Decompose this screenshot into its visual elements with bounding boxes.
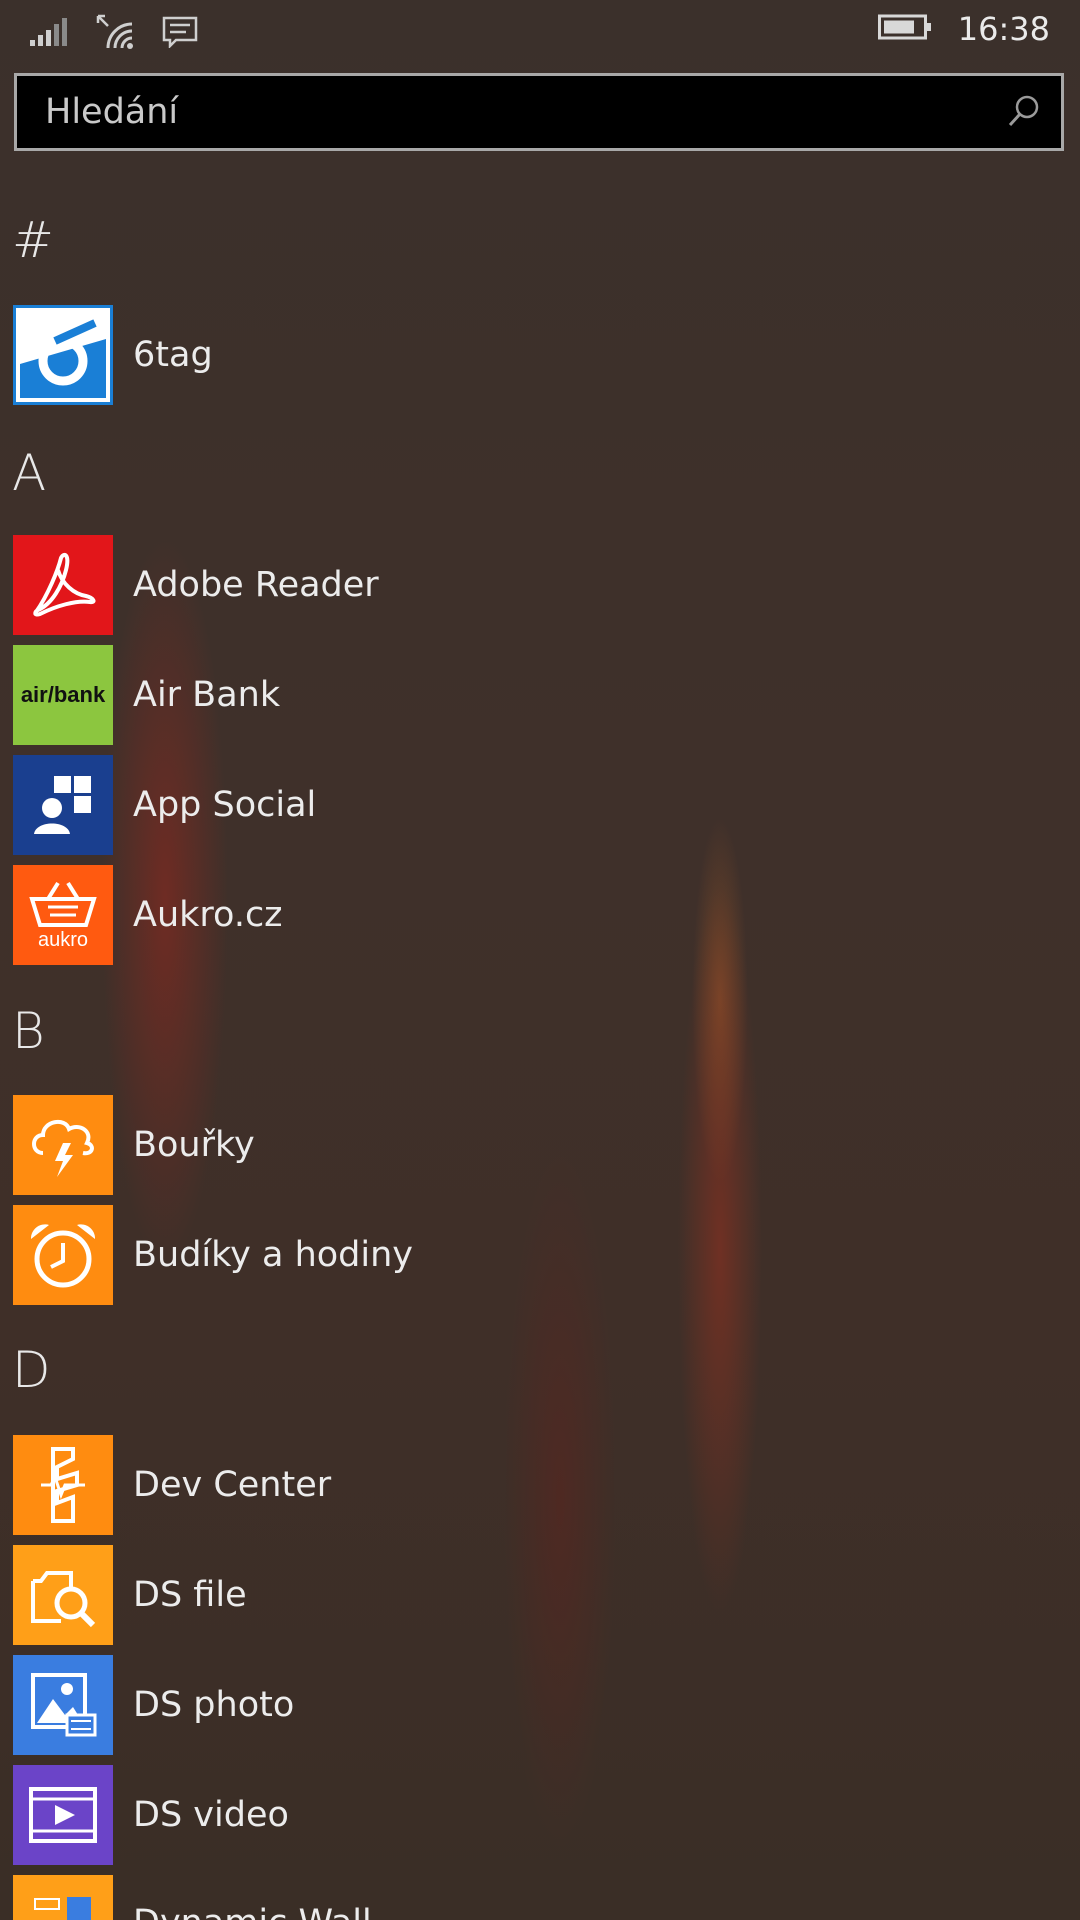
app-tile-app-social <box>13 755 113 855</box>
search-icon[interactable] <box>1007 94 1041 132</box>
photo-gallery-icon <box>31 1673 97 1737</box>
app-tile-ds-file <box>13 1545 113 1645</box>
message-notification-icon <box>162 16 198 52</box>
app-tile-dynamic-wall <box>13 1875 113 1920</box>
file-search-icon <box>31 1571 96 1628</box>
app-item-budiky[interactable]: Budíky a hodiny <box>13 1205 1063 1305</box>
app-tile-adobe-reader <box>13 535 113 635</box>
app-item-ds-photo[interactable]: DS photo <box>13 1655 1063 1755</box>
app-item-dev-center[interactable]: Dev Center <box>13 1435 1063 1535</box>
dev-center-icon <box>41 1447 85 1523</box>
app-item-bourky[interactable]: Bouřky <box>13 1095 1063 1195</box>
alarm-clock-icon <box>30 1224 96 1288</box>
app-tile-aukro: aukro <box>13 865 113 965</box>
section-header-hash[interactable]: # <box>12 215 54 265</box>
app-tile-6tag <box>13 305 113 405</box>
app-name: Bouřky <box>133 1125 255 1165</box>
status-bar: 16:38 <box>0 0 1080 60</box>
video-film-icon <box>29 1787 97 1843</box>
storm-cloud-icon <box>32 1119 94 1177</box>
section-header-a[interactable]: A <box>12 448 46 498</box>
air-bank-logo: air/bank <box>20 682 106 707</box>
app-name: Dev Center <box>133 1465 332 1505</box>
app-name: Adobe Reader <box>133 565 379 605</box>
app-tile-ds-video <box>13 1765 113 1865</box>
app-item-6tag[interactable]: 6tag <box>13 305 1063 405</box>
section-header-d[interactable]: D <box>12 1345 51 1395</box>
app-item-aukro[interactable]: aukro Aukro.cz <box>13 865 1063 965</box>
clock-time: 16:38 <box>957 10 1050 48</box>
app-name: Air Bank <box>133 675 281 715</box>
app-social-icon <box>34 776 91 834</box>
wallpaper-icon <box>34 1897 91 1920</box>
app-item-dynamic-wall[interactable]: Dynamic Wall <box>13 1875 1063 1920</box>
app-item-ds-file[interactable]: DS file <box>13 1545 1063 1645</box>
signal-strength-icon <box>30 18 70 50</box>
app-name: App Social <box>133 785 317 825</box>
app-name: DS photo <box>133 1685 295 1725</box>
app-name: Aukro.cz <box>133 895 283 935</box>
app-tile-bourky <box>13 1095 113 1195</box>
search-box[interactable] <box>14 73 1064 151</box>
6tag-logo-icon <box>17 309 109 401</box>
section-header-b[interactable]: B <box>12 1006 45 1056</box>
battery-icon <box>877 13 932 45</box>
app-name: Dynamic Wall <box>133 1903 372 1920</box>
app-tile-budiky <box>13 1205 113 1305</box>
app-item-adobe-reader[interactable]: Adobe Reader <box>13 535 1063 635</box>
app-name: Budíky a hodiny <box>133 1235 413 1275</box>
app-tile-dev-center <box>13 1435 113 1535</box>
app-tile-air-bank: air/bank <box>13 645 113 745</box>
app-item-air-bank[interactable]: air/bank Air Bank <box>13 645 1063 745</box>
app-tile-ds-photo <box>13 1655 113 1755</box>
app-item-app-social[interactable]: App Social <box>13 755 1063 855</box>
shopping-basket-icon <box>29 881 97 927</box>
search-input[interactable] <box>17 76 977 148</box>
app-name: 6tag <box>133 335 213 375</box>
app-item-ds-video[interactable]: DS video <box>13 1765 1063 1865</box>
app-name: DS video <box>133 1795 289 1835</box>
aukro-logo: aukro <box>37 928 89 951</box>
adobe-reader-icon <box>33 552 96 617</box>
wifi-icon <box>96 14 136 54</box>
app-name: DS file <box>133 1575 247 1615</box>
